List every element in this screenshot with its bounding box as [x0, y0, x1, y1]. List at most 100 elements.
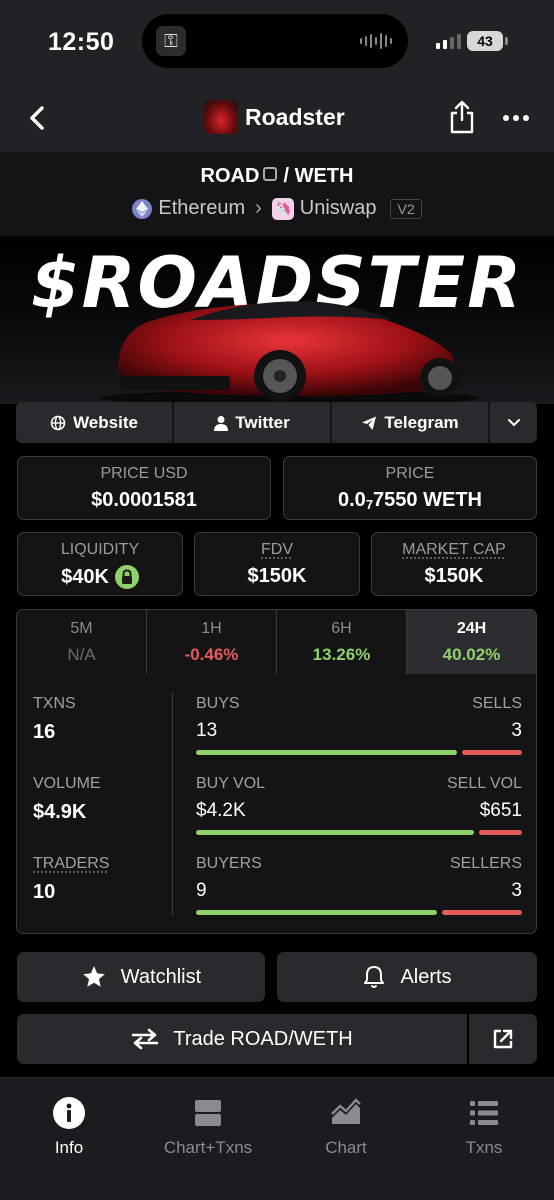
sellers-bar	[442, 910, 522, 915]
market-cap-label[interactable]: MARKET CAP	[372, 541, 536, 559]
watchlist-button[interactable]: Watchlist	[17, 952, 265, 1002]
dex-name[interactable]: Uniswap	[300, 197, 377, 220]
alerts-label: Alerts	[400, 965, 452, 988]
info-icon	[53, 1097, 85, 1129]
price-zero-count: 7	[365, 497, 374, 512]
twitter-label: Twitter	[235, 412, 290, 432]
tab-1h[interactable]: 1H -0.46%	[147, 610, 277, 674]
timeframe-tabs: 5M N/A 1H -0.46% 6H 13.26% 24H 40.02%	[16, 609, 537, 675]
tab-chart[interactable]: Chart	[286, 1096, 406, 1158]
area-chart-icon	[331, 1098, 361, 1124]
sells-label: SELLS	[472, 695, 522, 712]
back-arrow-icon[interactable]	[24, 104, 52, 132]
tab-6h-value: 13.26%	[312, 645, 371, 664]
buyers-label: BUYERS	[196, 855, 262, 872]
links-dropdown-button[interactable]	[490, 402, 537, 443]
trade-button[interactable]: Trade ROAD/WETH	[17, 1014, 467, 1064]
market-cap-box: MARKET CAP $150K	[371, 532, 537, 596]
txns-value: 16	[33, 721, 56, 743]
trade-label: Trade ROAD/WETH	[173, 1027, 353, 1050]
price-usd-label: PRICE USD	[100, 465, 188, 482]
buyers-bar	[196, 910, 437, 915]
tab-1h-label: 1H	[201, 620, 222, 637]
ethereum-icon	[132, 198, 153, 219]
version-badge: V2	[390, 198, 422, 219]
tab-6h-label: 6H	[331, 620, 352, 637]
tab-24h[interactable]: 24H 40.02%	[407, 610, 536, 674]
txns-label: TXNS	[33, 695, 76, 712]
copy-icon[interactable]	[263, 167, 278, 181]
trade-external-button[interactable]	[469, 1014, 537, 1064]
tab-1h-value: -0.46%	[184, 645, 239, 664]
external-link-icon	[493, 1029, 513, 1049]
tab-5m[interactable]: 5M N/A	[17, 610, 147, 674]
split-view-icon	[195, 1100, 221, 1126]
liquidity-label: LIQUIDITY	[60, 541, 140, 558]
nav-header: Roadster	[0, 84, 554, 152]
price-usd-value: $0.0001581	[91, 489, 197, 511]
tab-24h-label: 24H	[456, 620, 487, 637]
sellers-label: SELLERS	[449, 855, 522, 872]
fdv-box: FDV $150K	[194, 532, 360, 596]
fdv-value: $150K	[247, 565, 307, 587]
tab-info[interactable]: Info	[9, 1096, 129, 1158]
lock-icon[interactable]	[114, 565, 139, 589]
twitter-link[interactable]: Twitter	[174, 402, 332, 443]
share-icon[interactable]	[448, 100, 476, 134]
status-time: 12:50	[48, 28, 115, 56]
price-rest: 7550 WETH	[373, 489, 482, 511]
telegram-icon	[362, 416, 377, 430]
more-options-icon[interactable]	[500, 108, 532, 128]
price-usd-box: PRICE USD $0.0001581	[17, 456, 271, 520]
social-links: Website Twitter Telegram	[16, 402, 537, 443]
liquidity-value: $40K	[61, 565, 109, 588]
website-label: Website	[73, 412, 138, 432]
tab-txns[interactable]: Txns	[424, 1096, 544, 1158]
token-banner: $ROADSTER	[0, 236, 554, 404]
buys-bar	[196, 750, 457, 755]
tab-chart-txns-label: Chart+Txns	[163, 1138, 253, 1157]
uniswap-icon: 🦄	[271, 197, 294, 220]
liquidity-box: LIQUIDITY $40K	[17, 532, 183, 596]
volume-stat: VOLUME $4.9K	[33, 775, 101, 824]
tab-txns-label: Txns	[465, 1138, 503, 1157]
tab-5m-value: N/A	[67, 645, 96, 664]
buys-label: BUYS	[196, 695, 240, 712]
chevron-right-icon: ›	[255, 197, 262, 219]
globe-icon	[50, 415, 66, 430]
alerts-button[interactable]: Alerts	[277, 952, 537, 1002]
buy-vol-value: $4.2K	[196, 800, 246, 821]
fdv-label[interactable]: FDV	[195, 541, 359, 559]
tab-info-label: Info	[54, 1138, 84, 1157]
chain-breadcrumb: Ethereum › 🦄 Uniswap V2	[0, 197, 554, 220]
price-native-value: 0.0 7 7550 WETH	[284, 489, 536, 512]
tab-5m-label: 5M	[70, 620, 93, 637]
volume-value: $4.9K	[33, 801, 87, 823]
traders-value: 10	[33, 881, 56, 903]
tab-6h[interactable]: 6H 13.26%	[277, 610, 407, 674]
battery-tip	[505, 37, 508, 45]
chevron-down-icon	[507, 418, 520, 426]
telegram-link[interactable]: Telegram	[332, 402, 490, 443]
swap-arrows-icon	[132, 1028, 159, 1050]
status-bar: 12:50 ⚿ 43	[0, 0, 554, 84]
tab-chart-txns[interactable]: Chart+Txns	[148, 1096, 268, 1158]
buyers-sellers-stat: BUYERS SELLERS 9 3	[196, 855, 522, 915]
pair-separator: /	[283, 165, 289, 187]
dynamic-island: ⚿	[142, 14, 408, 68]
liquidity-value-row: $40K	[18, 565, 182, 589]
traders-label[interactable]: TRADERS	[33, 855, 109, 873]
user-icon	[214, 415, 229, 431]
list-icon	[470, 1101, 498, 1125]
website-link[interactable]: Website	[16, 402, 174, 443]
volume-label: VOLUME	[33, 775, 101, 792]
buys-value: 13	[196, 720, 218, 741]
chain-name[interactable]: Ethereum	[158, 197, 245, 220]
battery-icon: 43	[467, 31, 503, 51]
quote-token: WETH	[294, 165, 354, 187]
sellers-value: 3	[511, 880, 522, 901]
audio-wave-icon	[360, 33, 392, 49]
buys-sells-stat: BUYS SELLS 13 3	[196, 695, 522, 755]
buy-vol-label: BUY VOL	[196, 775, 266, 792]
traders-stat: TRADERS 10	[33, 855, 109, 904]
